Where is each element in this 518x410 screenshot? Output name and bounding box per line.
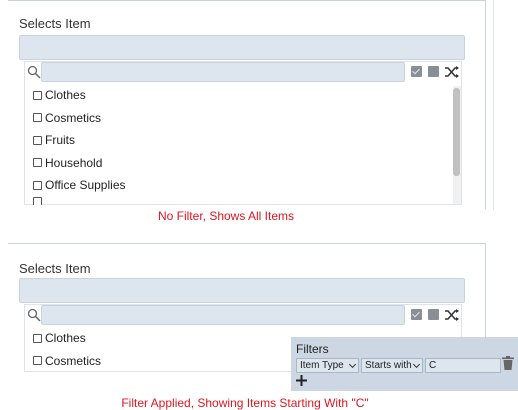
search-row [25, 305, 461, 327]
search-input[interactable] [41, 305, 405, 325]
checkbox[interactable] [33, 356, 42, 366]
checkbox[interactable] [33, 180, 42, 190]
item-label: Cosmetics [45, 353, 102, 368]
panel-label: Selects Item [19, 16, 91, 31]
item-label: Household [45, 155, 103, 170]
filter-field-value: Item Type [300, 360, 344, 371]
checkbox[interactable] [33, 158, 42, 168]
filter-value-input[interactable]: C [425, 358, 501, 373]
checkbox[interactable] [33, 135, 42, 145]
item-label: Clothes [45, 331, 86, 346]
caption-filtered: Filter Applied, Showing Items Starting W… [121, 396, 369, 410]
scrollbar-thumb[interactable] [453, 88, 460, 176]
multiselect-panel-unfiltered: Selects Item Clothes Cosmetics Fruits Ho… [8, 0, 486, 209]
search-row [25, 62, 461, 84]
list-item[interactable]: Household [25, 152, 461, 175]
filters-title: Filters [296, 342, 329, 356]
caption-unfiltered: No Filter, Shows All Items [157, 209, 295, 223]
item-label: Fruits [45, 133, 75, 148]
search-icon [27, 65, 41, 79]
filter-field-select[interactable]: Item Type [296, 358, 359, 373]
filter-operator-select[interactable]: Starts with [361, 358, 423, 373]
list-item[interactable]: Fruits [25, 129, 461, 152]
shuffle-icon[interactable] [444, 64, 460, 80]
list-item[interactable]: Office Supplies [25, 174, 461, 197]
checkbox[interactable] [33, 333, 42, 343]
trash-icon[interactable] [502, 356, 514, 370]
select-box[interactable] [19, 278, 465, 303]
filters-panel: Filters Item Type Starts with C [291, 337, 518, 391]
plus-icon[interactable] [296, 375, 307, 386]
filter-operator-value: Starts with [365, 360, 412, 371]
search-input[interactable] [41, 62, 405, 82]
list-item[interactable]: Cosmetics [25, 107, 461, 130]
panel-label: Selects Item [19, 261, 91, 276]
list-item[interactable] [25, 196, 461, 205]
dropdown-list: Clothes Cosmetics Fruits Household Offic… [24, 61, 462, 205]
shuffle-icon[interactable] [444, 307, 460, 323]
deselect-all-icon[interactable] [428, 66, 439, 77]
chevron-down-icon [412, 360, 421, 369]
item-label: Office Supplies [45, 178, 126, 193]
list-item[interactable]: Clothes [25, 84, 461, 107]
checkbox[interactable] [33, 113, 42, 123]
select-all-icon[interactable] [411, 66, 422, 77]
checkbox[interactable] [33, 90, 42, 100]
select-all-icon[interactable] [411, 309, 422, 320]
item-label: Clothes [45, 88, 86, 103]
item-list: Clothes Cosmetics Fruits Household Offic… [25, 84, 461, 205]
filter-value-text: C [429, 360, 437, 371]
search-icon [27, 308, 41, 322]
deselect-all-icon[interactable] [428, 309, 439, 320]
item-label: Cosmetics [45, 110, 102, 125]
scroll-edge [493, 0, 494, 210]
checkbox[interactable] [33, 196, 42, 205]
chevron-down-icon [348, 360, 357, 369]
select-box[interactable] [19, 35, 465, 60]
